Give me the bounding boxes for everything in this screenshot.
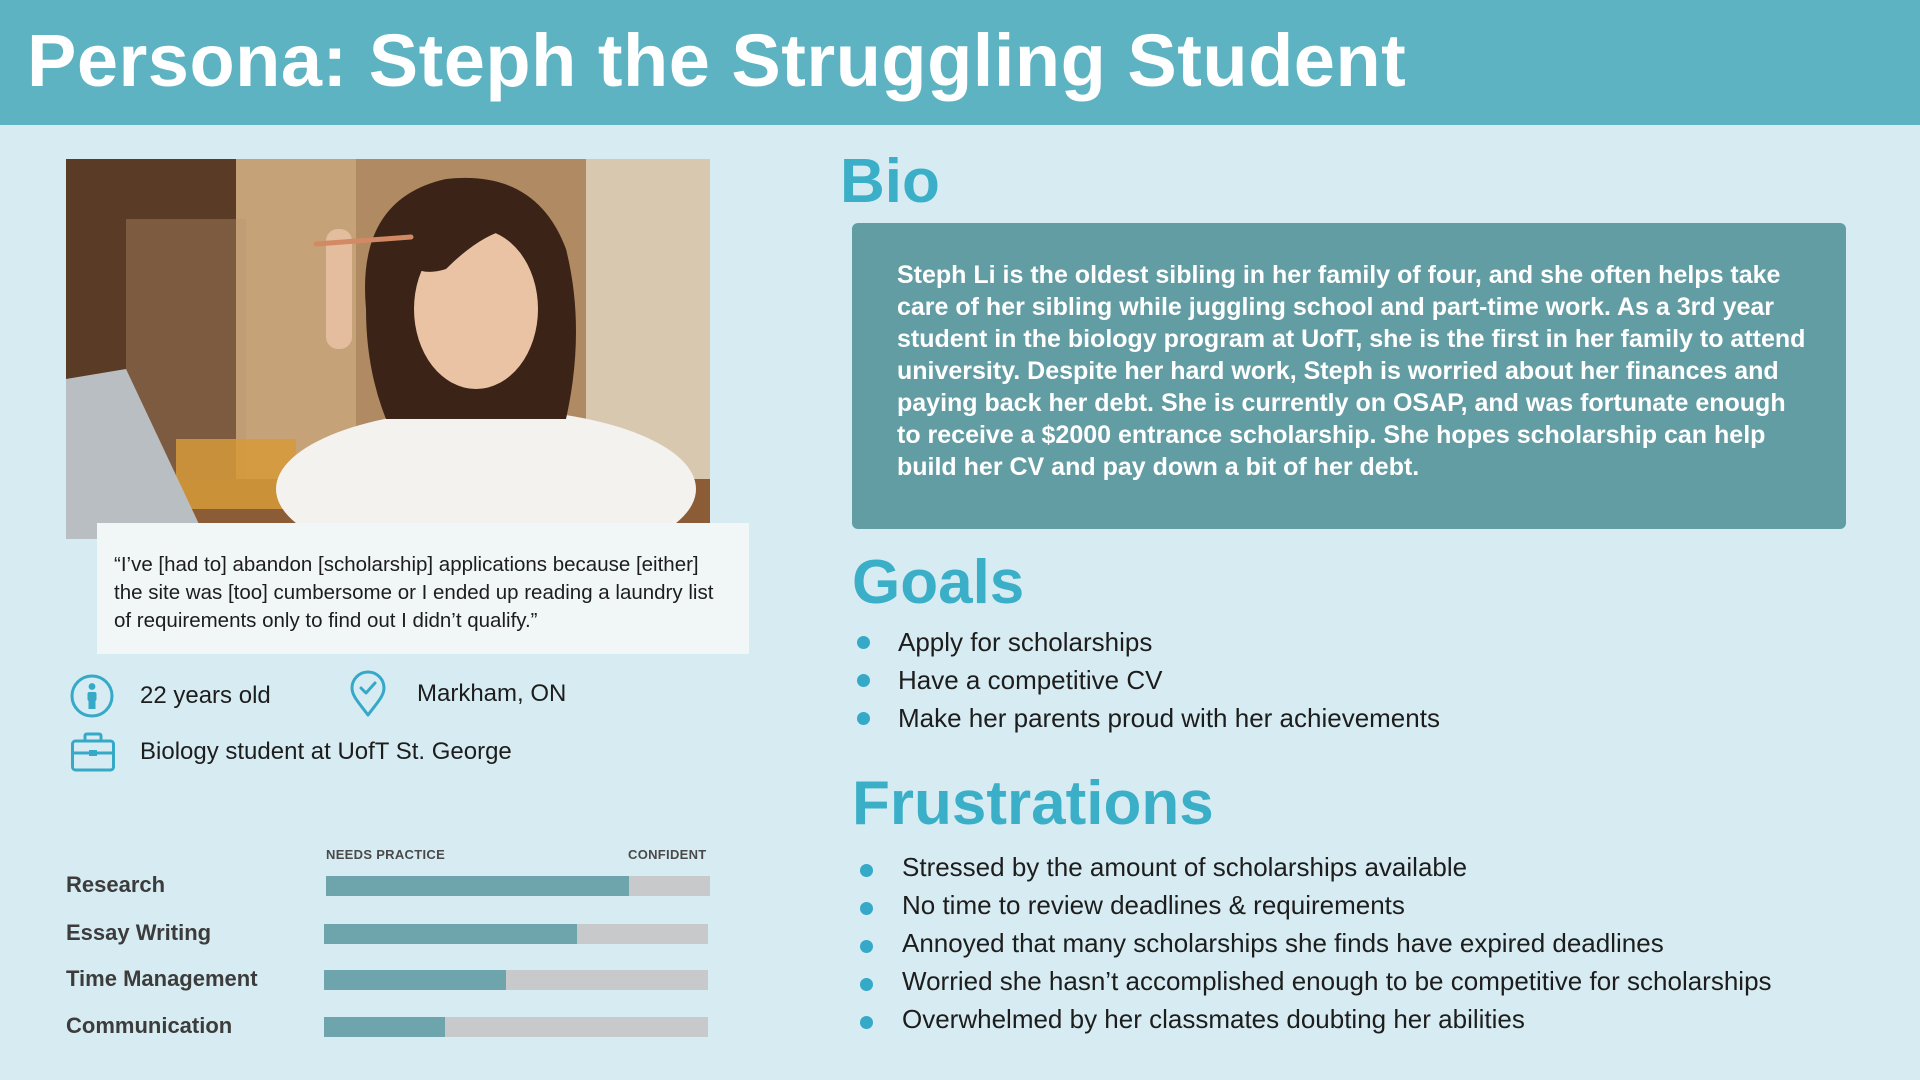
bio-heading: Bio — [840, 147, 940, 216]
age-text: 22 years old — [140, 682, 271, 709]
frustrations-list: Stressed by the amount of scholarships a… — [852, 852, 1772, 1042]
list-item: Overwhelmed by her classmates doubting h… — [852, 1004, 1772, 1042]
briefcase-icon — [70, 731, 116, 773]
goals-heading: Goals — [852, 548, 1025, 617]
skill-label-essay-writing: Essay Writing — [66, 920, 212, 945]
list-item: Have a competitive CV — [852, 665, 1440, 703]
location-text: Markham, ON — [417, 680, 567, 707]
bullet-icon — [860, 864, 873, 877]
list-item: Apply for scholarships — [852, 627, 1440, 665]
bullet-icon — [860, 940, 873, 953]
location-info: Markham, ON — [349, 670, 566, 718]
header-banner: Persona: Steph the Struggling Student — [0, 0, 1920, 125]
list-item: Stressed by the amount of scholarships a… — [852, 852, 1772, 890]
bullet-icon — [860, 978, 873, 991]
age-info: 22 years old — [69, 673, 271, 719]
skill-label-research: Research — [66, 872, 166, 897]
frustration-text: Annoyed that many scholarships she finds… — [902, 928, 1664, 958]
frustration-text: Stressed by the amount of scholarships a… — [902, 852, 1468, 882]
location-pin-check-icon — [349, 670, 387, 718]
person-icon — [69, 673, 115, 719]
occupation-info: Biology student at UofT St. George — [70, 731, 512, 773]
goals-list: Apply for scholarships Have a competitiv… — [852, 627, 1440, 741]
skill-bar-fill — [326, 876, 630, 896]
occupation-text: Biology student at UofT St. George — [140, 738, 512, 765]
list-item: No time to review deadlines & requiremen… — [852, 890, 1772, 928]
skill-bar-fill — [324, 970, 507, 990]
frustration-text: Overwhelmed by her classmates doubting h… — [902, 1004, 1525, 1034]
goal-text: Have a competitive CV — [898, 665, 1163, 695]
bullet-icon — [857, 712, 870, 725]
bullet-icon — [860, 1016, 873, 1029]
list-item: Annoyed that many scholarships she finds… — [852, 928, 1772, 966]
persona-photo — [66, 159, 710, 539]
skill-label-communication: Communication — [66, 1013, 233, 1038]
persona-quote: “I’ve [had to] abandon [scholarship] app… — [97, 523, 749, 654]
skill-bar-fill — [324, 924, 578, 944]
skill-label-time-management: Time Management — [66, 966, 258, 991]
skill-scale-low-label: NEEDS PRACTICE — [326, 847, 446, 862]
skill-bar-research — [326, 876, 710, 896]
list-item: Make her parents proud with her achievem… — [852, 703, 1440, 741]
bio-text: Steph Li is the oldest sibling in her fa… — [852, 223, 1846, 529]
goal-text: Make her parents proud with her achievem… — [898, 703, 1440, 733]
page-title: Persona: Steph the Struggling Student — [27, 19, 1407, 102]
bullet-icon — [857, 636, 870, 649]
frustration-text: Worried she hasn’t accomplished enough t… — [902, 966, 1772, 996]
frustration-text: No time to review deadlines & requiremen… — [902, 890, 1405, 920]
list-item: Worried she hasn’t accomplished enough t… — [852, 966, 1772, 1004]
frustrations-heading: Frustrations — [852, 769, 1214, 838]
skill-scale-high-label: CONFIDENT — [628, 847, 707, 862]
bullet-icon — [857, 674, 870, 687]
skill-bar-time-management — [324, 970, 708, 990]
goal-text: Apply for scholarships — [898, 627, 1153, 657]
skill-bar-essay-writing — [324, 924, 708, 944]
skill-bar-communication — [324, 1017, 708, 1037]
skill-bar-fill — [324, 1017, 445, 1037]
bullet-icon — [860, 902, 873, 915]
